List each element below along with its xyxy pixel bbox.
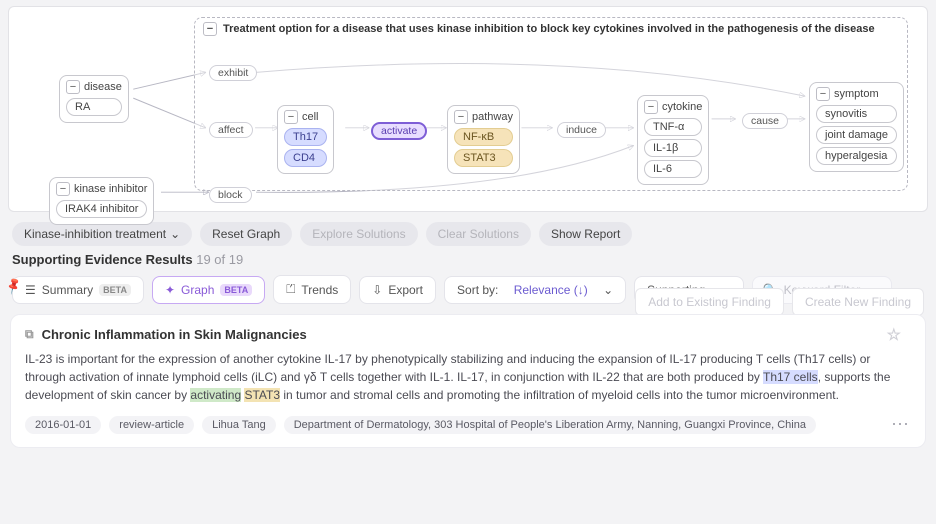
result-title[interactable]: Chronic Inflammation in Skin Malignancie… (42, 327, 307, 342)
node-cell[interactable]: −cell Th17 CD4 (277, 105, 334, 174)
tab-graph[interactable]: ✦GraphBETA (152, 276, 265, 304)
edge-exhibit: exhibit (209, 65, 257, 81)
chip-joint-damage[interactable]: joint damage (816, 126, 897, 144)
chip-stat3[interactable]: STAT3 (454, 149, 513, 167)
add-to-existing-button[interactable]: Add to Existing Finding (635, 288, 784, 316)
chip-tnfa[interactable]: TNF-α (644, 118, 702, 136)
chip-il6[interactable]: IL-6 (644, 160, 702, 178)
list-icon: ☰ (25, 283, 36, 297)
highlight-activating: activating (190, 388, 241, 402)
chip-hyperalgesia[interactable]: hyperalgesia (816, 147, 897, 165)
container-header: − Treatment option for a disease that us… (195, 18, 907, 40)
chevron-down-icon: ⌄ (603, 283, 613, 297)
collapse-icon[interactable]: − (816, 87, 830, 101)
chevron-down-icon: ⌄ (170, 227, 180, 241)
result-card: ⧉ Chronic Inflammation in Skin Malignanc… (10, 314, 926, 448)
reset-graph-button[interactable]: Reset Graph (200, 222, 292, 246)
edge-cause: cause (742, 113, 788, 129)
node-cytokine[interactable]: −cytokine TNF-α IL-1β IL-6 (637, 95, 709, 185)
spark-icon: ✦ (165, 283, 175, 297)
treatment-dropdown[interactable]: Kinase-inhibition treatment ⌄ (12, 222, 192, 246)
node-label: disease (84, 81, 122, 93)
chip-cd4[interactable]: CD4 (284, 149, 327, 167)
result-meta: 2016-01-01 review-article Lihua Tang Dep… (25, 414, 911, 435)
node-label: cytokine (662, 101, 702, 113)
collapse-icon[interactable]: − (66, 80, 80, 94)
collapse-icon[interactable]: − (203, 22, 217, 36)
chip-irak4[interactable]: IRAK4 inhibitor (56, 200, 147, 218)
create-new-finding-button[interactable]: Create New Finding (792, 288, 924, 316)
chip-il1b[interactable]: IL-1β (644, 139, 702, 157)
result-body: IL-23 is important for the expression of… (25, 350, 911, 404)
graph-panel: − Treatment option for a disease that us… (8, 6, 928, 212)
tab-trends[interactable]: ⏍Trends (273, 275, 351, 304)
chart-icon: ⏍ (286, 282, 295, 297)
external-link-icon[interactable]: ⧉ (25, 327, 34, 342)
evidence-heading: Supporting Evidence Results 19 of 19 (0, 252, 936, 275)
export-icon: ⇩ (372, 283, 382, 297)
collapse-icon[interactable]: − (56, 182, 70, 196)
meta-date[interactable]: 2016-01-01 (25, 416, 101, 434)
explore-solutions-button[interactable]: Explore Solutions (300, 222, 417, 246)
node-disease[interactable]: −disease RA (59, 75, 129, 123)
edge-block: block (209, 187, 252, 203)
highlight-th17: Th17 cells (763, 370, 818, 384)
edge-affect: affect (209, 122, 253, 138)
node-label: cell (302, 111, 319, 123)
node-pathway[interactable]: −pathway NF-κB STAT3 (447, 105, 520, 174)
collapse-icon[interactable]: − (284, 110, 298, 124)
collapse-icon[interactable]: − (644, 100, 658, 114)
show-report-button[interactable]: Show Report (539, 222, 632, 246)
node-kinase-inhibitor[interactable]: −kinase inhibitor IRAK4 inhibitor (49, 177, 154, 225)
edge-induce: induce (557, 122, 606, 138)
tab-summary[interactable]: ☰SummaryBETA (12, 276, 144, 304)
node-label: kinase inhibitor (74, 183, 147, 195)
meta-author[interactable]: Lihua Tang (202, 416, 276, 434)
node-symptom[interactable]: −symptom synovitis joint damage hyperalg… (809, 82, 904, 172)
chip-ra[interactable]: RA (66, 98, 122, 116)
collapse-icon[interactable]: − (454, 110, 468, 124)
node-label: symptom (834, 88, 879, 100)
meta-type[interactable]: review-article (109, 416, 194, 434)
star-icon[interactable]: ☆ (887, 325, 901, 345)
highlight-stat3: STAT3 (244, 388, 280, 402)
more-icon[interactable]: ⋯ (891, 414, 911, 435)
chip-synovitis[interactable]: synovitis (816, 105, 897, 123)
sort-dropdown[interactable]: Sort by: Relevance (↓) ⌄ (444, 276, 626, 304)
meta-affiliation[interactable]: Department of Dermatology, 303 Hospital … (284, 416, 816, 434)
result-title-row: ⧉ Chronic Inflammation in Skin Malignanc… (25, 327, 911, 342)
edge-activate: activate (371, 122, 427, 140)
tab-export[interactable]: ⇩Export (359, 276, 436, 304)
node-label: pathway (472, 111, 513, 123)
chip-th17[interactable]: Th17 (284, 128, 327, 146)
container-title: Treatment option for a disease that uses… (223, 23, 875, 35)
clear-solutions-button[interactable]: Clear Solutions (426, 222, 531, 246)
chip-nfkb[interactable]: NF-κB (454, 128, 513, 146)
